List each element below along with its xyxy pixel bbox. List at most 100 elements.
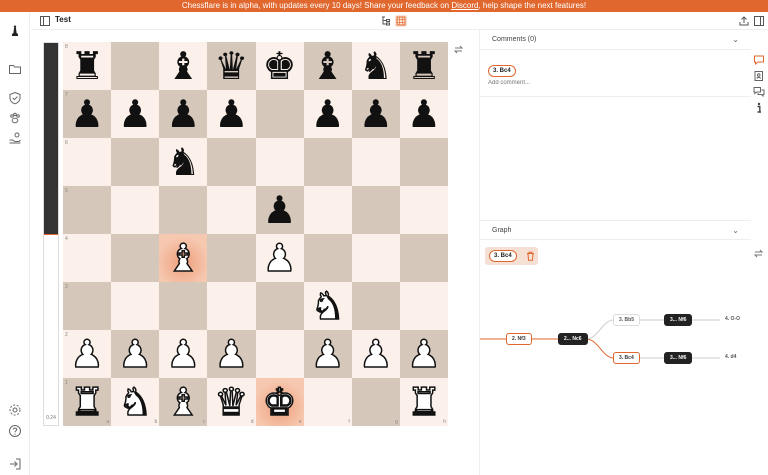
log-in-icon[interactable] bbox=[8, 457, 22, 471]
square-e3[interactable] bbox=[255, 282, 304, 330]
square-g3[interactable] bbox=[351, 282, 400, 330]
black-pawn-icon[interactable]: ♟ bbox=[311, 95, 345, 133]
graph-node-bc4[interactable]: 3. Bc4 bbox=[613, 352, 640, 364]
square-b7[interactable]: ♟ bbox=[111, 90, 160, 138]
square-h8[interactable]: ♜ bbox=[399, 42, 448, 90]
white-pawn-icon[interactable]: ♟ bbox=[117, 334, 153, 374]
square-f2[interactable]: ♟ bbox=[303, 330, 352, 378]
square-g1[interactable]: g bbox=[351, 378, 400, 426]
square-h1[interactable]: h ♜ bbox=[399, 378, 448, 426]
square-e4[interactable]: ♟ bbox=[255, 234, 304, 282]
square-d7[interactable]: ♟ bbox=[207, 90, 256, 138]
info-icon[interactable] bbox=[753, 102, 765, 114]
black-pawn-icon[interactable]: ♟ bbox=[118, 95, 152, 133]
square-h4[interactable] bbox=[399, 234, 448, 282]
white-pawn-icon[interactable]: ♟ bbox=[214, 334, 250, 374]
square-g8[interactable]: ♞ bbox=[351, 42, 400, 90]
black-king-icon[interactable]: ♚ bbox=[263, 47, 297, 85]
white-rook-icon[interactable]: ♜ bbox=[406, 382, 442, 422]
black-bishop-icon[interactable]: ♝ bbox=[166, 47, 200, 85]
white-knight-icon[interactable]: ♞ bbox=[117, 382, 153, 422]
black-pawn-icon[interactable]: ♟ bbox=[407, 95, 441, 133]
square-d3[interactable] bbox=[207, 282, 256, 330]
white-pawn-icon[interactable]: ♟ bbox=[358, 334, 394, 374]
square-h6[interactable] bbox=[399, 138, 448, 186]
square-g5[interactable] bbox=[351, 186, 400, 234]
square-a5[interactable]: 5 bbox=[63, 186, 112, 234]
square-d5[interactable] bbox=[207, 186, 256, 234]
square-a8[interactable]: 8 ♜ bbox=[63, 42, 112, 90]
white-bishop-icon[interactable]: ♝ bbox=[166, 238, 202, 278]
square-a2[interactable]: 2 ♟ bbox=[63, 330, 112, 378]
square-f6[interactable] bbox=[303, 138, 352, 186]
comment-icon[interactable] bbox=[753, 54, 765, 66]
white-king-icon[interactable]: ♚ bbox=[262, 382, 298, 422]
graph-node-oo[interactable]: 4. O-O bbox=[720, 314, 746, 324]
square-c7[interactable]: ♟ bbox=[159, 90, 208, 138]
square-e8[interactable]: ♚ bbox=[255, 42, 304, 90]
discord-link[interactable]: Discord bbox=[451, 1, 478, 10]
panel-right-icon[interactable] bbox=[754, 16, 764, 26]
white-pawn-icon[interactable]: ♟ bbox=[69, 334, 105, 374]
square-e5[interactable]: ♟ bbox=[255, 186, 304, 234]
square-d6[interactable] bbox=[207, 138, 256, 186]
black-rook-icon[interactable]: ♜ bbox=[70, 47, 104, 85]
square-c2[interactable]: ♟ bbox=[159, 330, 208, 378]
square-h3[interactable] bbox=[399, 282, 448, 330]
square-g4[interactable] bbox=[351, 234, 400, 282]
graph-node-nc6[interactable]: 2... Nc6 bbox=[558, 333, 588, 345]
chess-board[interactable]: 8 ♜ ♝ ♛ ♚ ♝ ♞ ♜ 7 ♟ ♟ ♟ ♟ ♟ ♟ ♟ 6 ♞ 5 ♟ 4 ♝ ♟ 3 ♞ 2 ♟ ♟ ♟ ♟ ♟ ♟ ♟ 1 a ♜ b ♞ c ♝… bbox=[63, 42, 448, 426]
graph-header[interactable]: Graph ⌄ bbox=[480, 220, 751, 240]
chevron-down-icon[interactable]: ⌄ bbox=[732, 226, 739, 235]
book-user-icon[interactable] bbox=[753, 70, 765, 82]
square-f4[interactable] bbox=[303, 234, 352, 282]
square-h7[interactable]: ♟ bbox=[399, 90, 448, 138]
white-queen-icon[interactable]: ♛ bbox=[214, 382, 250, 422]
white-pawn-icon[interactable]: ♟ bbox=[310, 334, 346, 374]
square-f5[interactable] bbox=[303, 186, 352, 234]
comments-header[interactable]: Comments (0) ⌄ bbox=[480, 30, 751, 50]
black-pawn-icon[interactable]: ♟ bbox=[166, 95, 200, 133]
square-c3[interactable] bbox=[159, 282, 208, 330]
square-d4[interactable] bbox=[207, 234, 256, 282]
square-a1[interactable]: 1 a ♜ bbox=[63, 378, 112, 426]
square-e6[interactable] bbox=[255, 138, 304, 186]
square-c1[interactable]: c ♝ bbox=[159, 378, 208, 426]
help-icon[interactable] bbox=[8, 424, 22, 438]
black-pawn-icon[interactable]: ♟ bbox=[359, 95, 393, 133]
folder-icon[interactable] bbox=[8, 62, 22, 76]
square-f1[interactable]: f bbox=[303, 378, 352, 426]
white-knight-icon[interactable]: ♞ bbox=[310, 286, 346, 326]
white-pawn-icon[interactable]: ♟ bbox=[262, 238, 298, 278]
graph-node-bc4-nf6[interactable]: 3... Nf6 bbox=[664, 352, 693, 364]
square-e7[interactable] bbox=[255, 90, 304, 138]
graph-node-nf3[interactable]: 2. Nf3 bbox=[506, 333, 532, 345]
black-pawn-icon[interactable]: ♟ bbox=[263, 191, 297, 229]
board-grid-icon[interactable] bbox=[395, 15, 407, 27]
square-e1[interactable]: e ♚ bbox=[255, 378, 304, 426]
white-pawn-icon[interactable]: ♟ bbox=[406, 334, 442, 374]
chessflare-logo-icon[interactable] bbox=[8, 24, 22, 38]
white-pawn-icon[interactable]: ♟ bbox=[166, 334, 202, 374]
black-knight-icon[interactable]: ♞ bbox=[359, 47, 393, 85]
square-a3[interactable]: 3 bbox=[63, 282, 112, 330]
graph-node-bb5[interactable]: 3. Bb5 bbox=[613, 314, 641, 326]
white-rook-icon[interactable]: ♜ bbox=[69, 382, 105, 422]
square-b1[interactable]: b ♞ bbox=[111, 378, 160, 426]
share-icon[interactable] bbox=[739, 16, 749, 26]
square-c6[interactable]: ♞ bbox=[159, 138, 208, 186]
black-knight-icon[interactable]: ♞ bbox=[166, 143, 200, 181]
black-queen-icon[interactable]: ♛ bbox=[214, 47, 248, 85]
square-g7[interactable]: ♟ bbox=[351, 90, 400, 138]
white-bishop-icon[interactable]: ♝ bbox=[166, 382, 202, 422]
chevron-down-icon[interactable]: ⌄ bbox=[732, 35, 739, 44]
square-f7[interactable]: ♟ bbox=[303, 90, 352, 138]
square-e2[interactable] bbox=[255, 330, 304, 378]
square-b5[interactable] bbox=[111, 186, 160, 234]
square-c5[interactable] bbox=[159, 186, 208, 234]
tree-view-icon[interactable] bbox=[381, 16, 391, 26]
square-g6[interactable] bbox=[351, 138, 400, 186]
square-b4[interactable] bbox=[111, 234, 160, 282]
panel-left-icon[interactable] bbox=[40, 16, 50, 26]
square-b6[interactable] bbox=[111, 138, 160, 186]
